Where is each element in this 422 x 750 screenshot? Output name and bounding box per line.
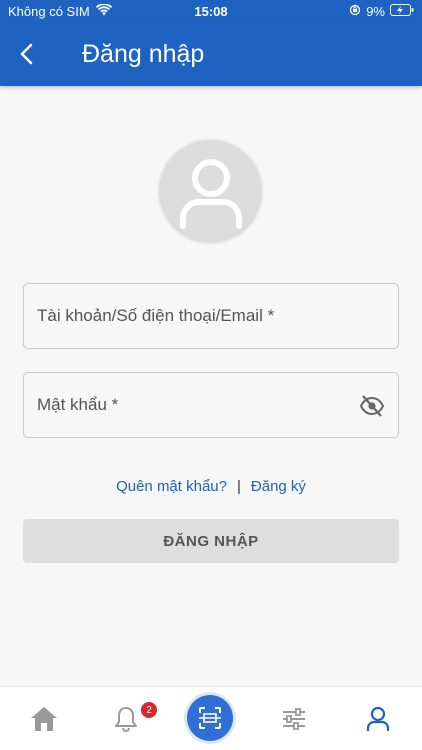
- status-right: 9%: [349, 4, 414, 19]
- forgot-password-link[interactable]: Quên mật khẩu?: [116, 478, 227, 495]
- battery-icon: [390, 4, 414, 19]
- password-field[interactable]: [23, 372, 399, 438]
- sliders-icon: [283, 708, 305, 730]
- page-title: Đăng nhập: [82, 40, 205, 68]
- nav-settings-button[interactable]: [276, 701, 312, 737]
- chevron-left-icon: [20, 43, 33, 65]
- password-input[interactable]: [37, 373, 347, 437]
- link-separator: |: [236, 478, 241, 495]
- user-icon: [179, 158, 242, 229]
- rotation-lock-icon: [349, 4, 361, 19]
- username-input[interactable]: [37, 284, 347, 348]
- scan-icon: [199, 707, 221, 729]
- toggle-password-visibility-button[interactable]: [358, 392, 386, 420]
- home-icon: [31, 707, 57, 731]
- register-link[interactable]: Đăng ký: [251, 478, 306, 495]
- auth-links: Quên mật khẩu? | Đăng ký: [0, 478, 422, 495]
- nav-scan-button[interactable]: [187, 695, 233, 741]
- bell-icon: [115, 707, 137, 732]
- account-icon: [366, 706, 390, 731]
- avatar: [157, 138, 264, 245]
- app-header: Đăng nhập: [0, 24, 422, 86]
- battery-percent: 9%: [366, 4, 385, 19]
- notification-badge: 2: [141, 702, 157, 718]
- login-button[interactable]: ĐĂNG NHẬP: [23, 519, 399, 563]
- nav-notifications-button[interactable]: [108, 701, 144, 737]
- back-button[interactable]: [8, 36, 44, 72]
- status-bar: Không có SIM 15:08 9%: [0, 0, 422, 24]
- bottom-nav: [0, 686, 422, 750]
- username-field[interactable]: [23, 283, 399, 349]
- nav-account-button[interactable]: [360, 701, 396, 737]
- eye-off-icon: [359, 395, 385, 417]
- nav-home-button[interactable]: [26, 701, 62, 737]
